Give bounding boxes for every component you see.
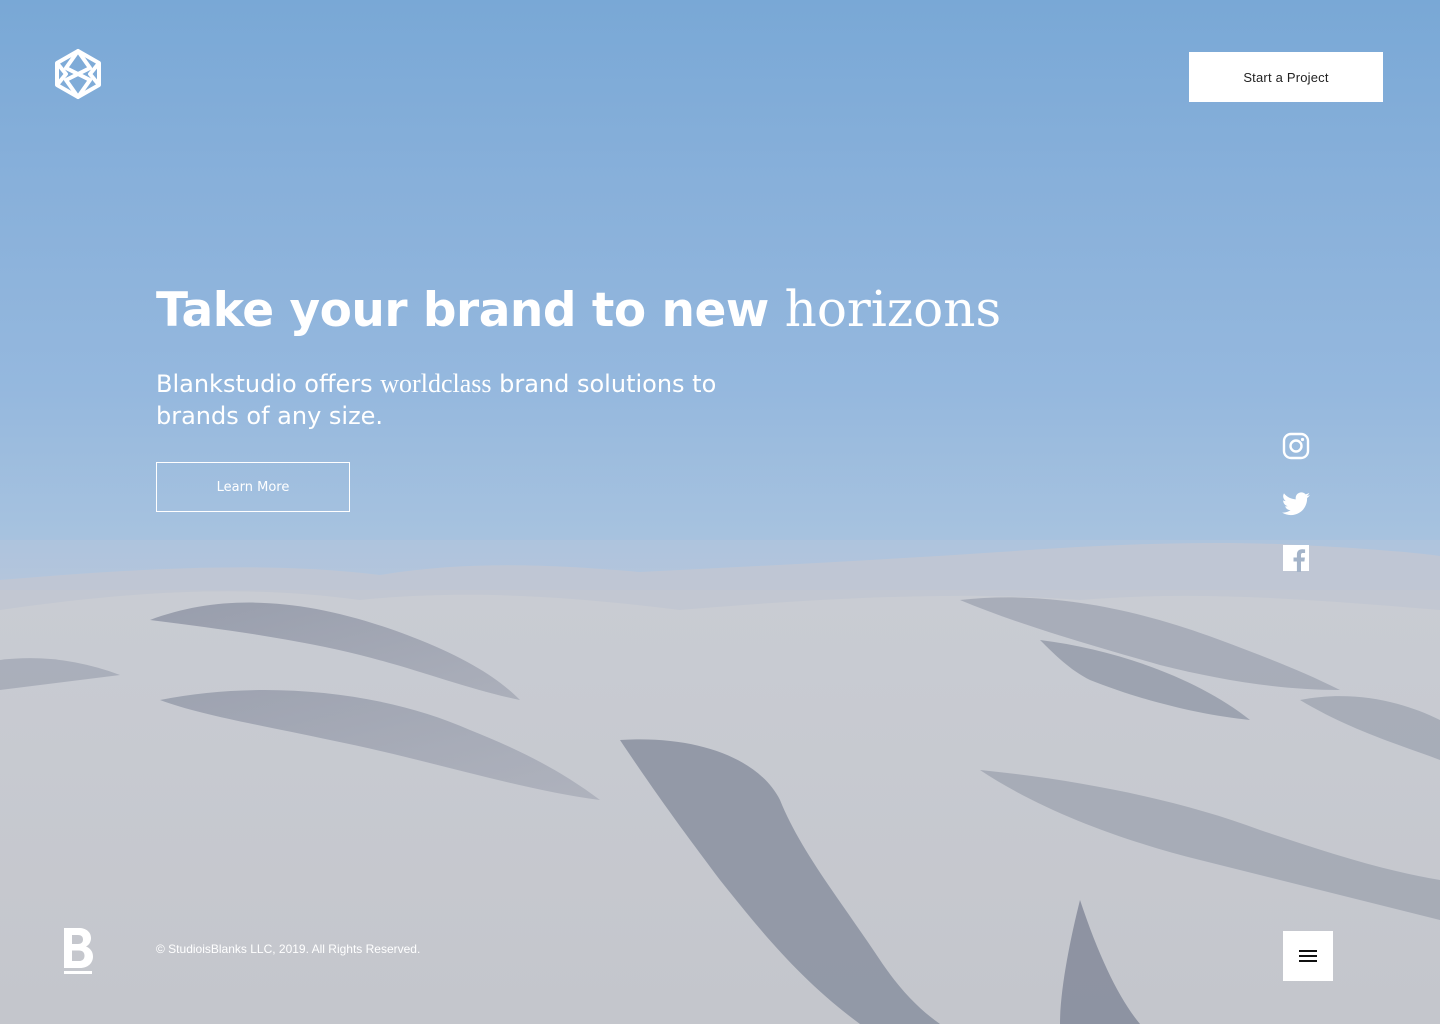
menu-button[interactable] (1283, 931, 1333, 981)
facebook-icon[interactable] (1282, 544, 1310, 572)
hero-headline: Take your brand to new horizons (156, 276, 1056, 344)
headline-accent-text: horizons (784, 280, 1002, 338)
twitter-icon[interactable] (1282, 492, 1310, 520)
headline-main-text: Take your brand to new (156, 283, 785, 338)
hero-subheadline: Blankstudio offers worldclass brand solu… (156, 368, 796, 432)
letter-b-logo-icon[interactable] (62, 928, 94, 976)
subline-before-text: Blankstudio offers (156, 370, 381, 398)
hamburger-menu-icon (1299, 950, 1317, 962)
instagram-icon[interactable] (1282, 432, 1310, 460)
learn-more-button[interactable]: Learn More (156, 462, 350, 512)
copyright-text: © StudioisBlanks LLC, 2019. All Rights R… (156, 942, 421, 956)
hero-section: Take your brand to new horizons Blankstu… (156, 276, 1056, 432)
landing-page: Start a Project Take your brand to new h… (0, 0, 1440, 1024)
subline-accent-text: worldclass (380, 369, 492, 398)
desert-dunes-background (0, 540, 1440, 1024)
geometric-hexagon-logo-icon[interactable] (53, 48, 103, 100)
start-project-button[interactable]: Start a Project (1189, 52, 1383, 102)
